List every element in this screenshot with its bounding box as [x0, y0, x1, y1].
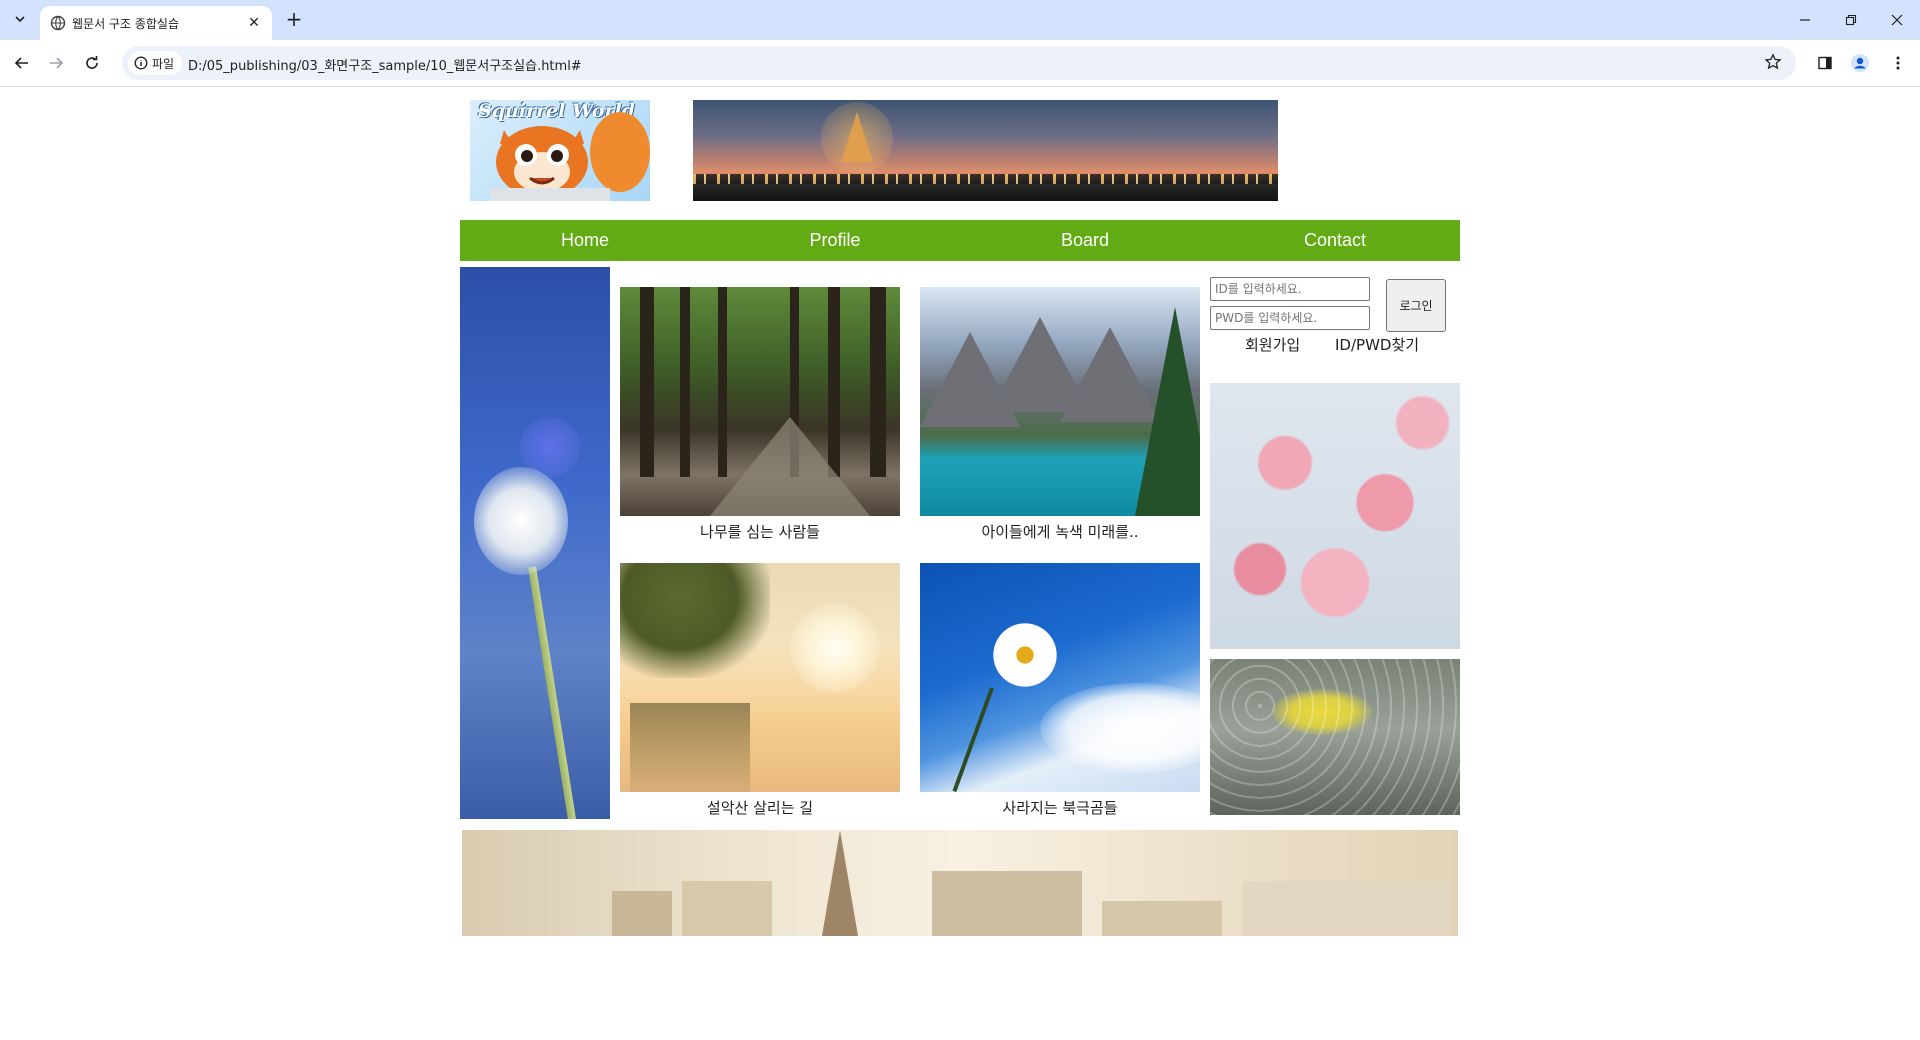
find-id-pwd-link[interactable]: ID/PWD찾기: [1335, 334, 1419, 355]
info-icon: [134, 56, 148, 70]
id-input[interactable]: [1210, 277, 1370, 301]
reload-icon[interactable]: [78, 49, 106, 77]
card-caption: 설악산 살리는 길: [706, 799, 814, 817]
squirrel-mascot-image: [490, 112, 650, 201]
eiffel-tower-shape: [841, 112, 873, 162]
cherry-blossom-image: [1210, 383, 1460, 649]
close-window-icon[interactable]: [1874, 0, 1920, 40]
forward-arrow-icon[interactable]: [42, 49, 70, 77]
card-lake[interactable]: 설악산 살리는 길: [620, 563, 900, 818]
left-dandelion-image: [460, 267, 610, 819]
daisy-sky-image: [920, 563, 1200, 792]
mountain-lake-image: [920, 287, 1200, 516]
minimize-icon[interactable]: [1782, 0, 1828, 40]
card-caption: 나무를 심는 사람들: [700, 523, 820, 541]
browser-tabbar: 웹문서 구조 종합실습 ✕ +: [0, 0, 1920, 40]
menu-kebab-icon[interactable]: [1886, 51, 1910, 75]
profile-avatar-icon[interactable]: [1848, 51, 1872, 75]
bookmark-star-icon[interactable]: [1764, 53, 1784, 73]
card-daisy[interactable]: 사라지는 북극곰들: [920, 563, 1200, 818]
new-tab-plus-icon[interactable]: +: [282, 8, 306, 32]
login-form: 로그인 회원가입 ID/PWD찾기: [1210, 277, 1460, 367]
rainy-flower-image: [1210, 659, 1460, 815]
signup-link[interactable]: 회원가입: [1245, 334, 1300, 355]
tab-close-icon[interactable]: ✕: [244, 13, 264, 33]
tab-title: 웹문서 구조 종합실습: [72, 17, 179, 31]
header-banner-image: [693, 100, 1278, 201]
card-caption: 사라지는 북극곰들: [1002, 799, 1118, 817]
card-forest[interactable]: 나무를 심는 사람들: [620, 287, 900, 542]
login-button[interactable]: 로그인: [1386, 279, 1446, 332]
footer-city-banner-image: [462, 830, 1458, 936]
address-bar[interactable]: 파일 D:/05_publishing/03_화면구조_sample/10_웹문…: [122, 46, 1796, 80]
forest-path-image: [620, 287, 900, 516]
back-arrow-icon[interactable]: [8, 49, 36, 77]
restore-icon[interactable]: [1828, 0, 1874, 40]
nav-item-board[interactable]: Board: [960, 220, 1210, 261]
sunset-lake-image: [620, 563, 900, 792]
nav-item-profile[interactable]: Profile: [710, 220, 960, 261]
globe-icon: [50, 15, 66, 31]
browser-toolbar: 파일 D:/05_publishing/03_화면구조_sample/10_웹문…: [0, 40, 1920, 87]
site-info-chip[interactable]: 파일: [128, 51, 183, 75]
browser-tab-active[interactable]: 웹문서 구조 종합실습 ✕: [40, 6, 272, 40]
url-text: D:/05_publishing/03_화면구조_sample/10_웹문서구조…: [188, 59, 582, 74]
web-page: Squirrel World Home Profile Board Contac…: [0, 87, 1920, 1040]
side-panel-icon[interactable]: [1813, 51, 1837, 75]
card-mountain[interactable]: 아이들에게 녹색 미래를..: [920, 287, 1200, 542]
nav-item-contact[interactable]: Contact: [1210, 220, 1460, 261]
pwd-input[interactable]: [1210, 306, 1370, 330]
tab-list-chevron-icon[interactable]: [8, 7, 32, 31]
card-caption: 아이들에게 녹색 미래를..: [981, 523, 1139, 541]
site-logo[interactable]: Squirrel World: [470, 100, 650, 201]
nav-item-home[interactable]: Home: [460, 220, 710, 261]
site-chip-label: 파일: [152, 56, 175, 71]
main-nav: Home Profile Board Contact: [460, 220, 1460, 261]
